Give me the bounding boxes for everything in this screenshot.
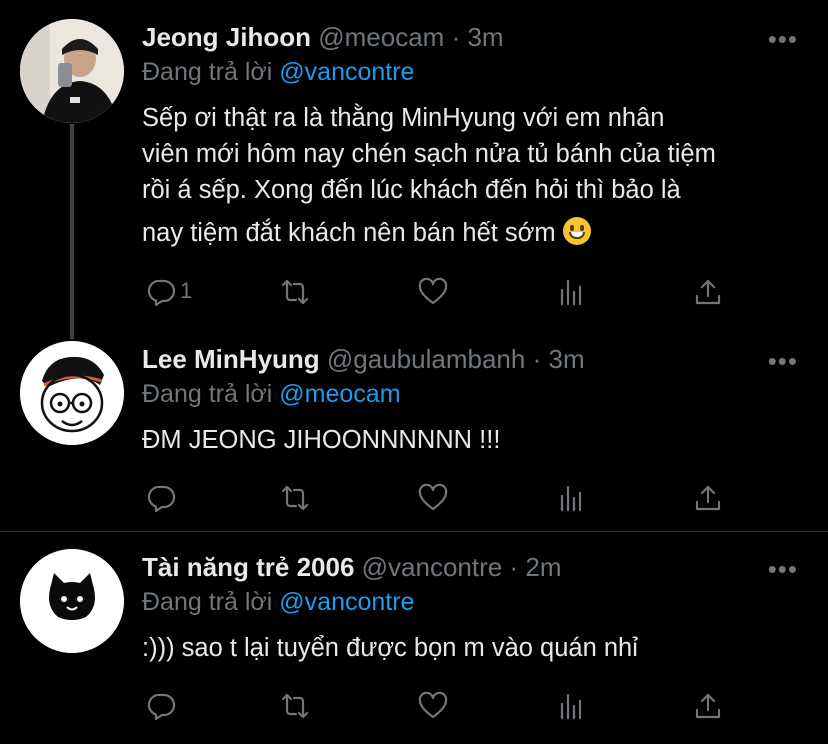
tweet-text: ĐM JEONG JIHOONNNNNN !!! <box>142 422 812 458</box>
tweet-text-line: Sếp ơi thật ra là thằng MinHyung với em … <box>142 104 665 132</box>
reply-button[interactable] <box>142 686 182 726</box>
like-icon <box>418 691 448 719</box>
like-icon <box>418 483 448 511</box>
tweet-actions: 1 <box>142 272 732 312</box>
avatar-cartoon-image <box>20 341 124 445</box>
replying-to: Đang trả lời @vancontre <box>142 58 414 87</box>
tweet-header: Jeong Jihoon @meocam · 3m <box>142 22 504 53</box>
tweet-text-line: rồi á sếp. Xong đến lúc khách đến hỏi th… <box>142 176 681 204</box>
separator-dot: · <box>451 22 461 52</box>
separator-dot: · <box>509 552 519 582</box>
more-options-icon[interactable]: ••• <box>768 346 798 377</box>
replying-to-label: Đang trả lời <box>142 380 273 408</box>
reply-button[interactable] <box>142 478 182 518</box>
tweet-text-line: ĐM JEONG JIHOONNNNNN !!! <box>142 426 501 454</box>
tweet-text-line: nay tiệm đắt khách nên bán hết sớm <box>142 219 556 247</box>
like-button[interactable] <box>413 272 453 312</box>
avatar-cat-image <box>20 549 124 653</box>
share-icon <box>695 485 721 511</box>
avatar-jeong-jihoon[interactable] <box>20 19 124 123</box>
analytics-icon <box>560 693 582 720</box>
like-icon <box>418 277 448 305</box>
reply-icon <box>147 485 176 513</box>
tweet-jeong-jihoon[interactable]: Jeong Jihoon @meocam · 3m ••• Đang trả l… <box>0 0 828 334</box>
like-button[interactable] <box>413 478 453 518</box>
tweet-tai-nang-tre-2006[interactable]: Tài năng trẻ 2006 @vancontre · 2m ••• Đa… <box>0 532 828 744</box>
replying-to-mention[interactable]: @vancontre <box>279 58 414 86</box>
grinning-face-emoji-icon <box>562 217 591 245</box>
tweet-text-line: :))) sao t lại tuyển được bọn m vào quán… <box>142 634 638 662</box>
retweet-icon <box>281 485 309 511</box>
user-handle[interactable]: @gaubulambanh <box>327 344 525 374</box>
tweet-text: :))) sao t lại tuyển được bọn m vào quán… <box>142 630 812 666</box>
replying-to-mention[interactable]: @meocam <box>279 380 400 408</box>
tweet-header: Tài năng trẻ 2006 @vancontre · 2m <box>142 552 562 583</box>
analytics-icon <box>560 485 582 512</box>
separator-dot: · <box>532 344 542 374</box>
tweet-actions <box>142 686 732 726</box>
analytics-icon <box>560 279 582 306</box>
timestamp[interactable]: 3m <box>548 344 584 374</box>
tweet-lee-minhyung[interactable]: Lee MinHyung @gaubulambanh · 3m ••• Đang… <box>0 334 828 530</box>
analytics-button[interactable] <box>551 478 591 518</box>
more-options-icon[interactable]: ••• <box>768 554 798 585</box>
reply-icon <box>147 693 176 721</box>
share-button[interactable] <box>688 272 728 312</box>
retweet-button[interactable] <box>275 478 315 518</box>
timestamp[interactable]: 3m <box>467 22 503 52</box>
user-handle[interactable]: @meocam <box>318 22 444 52</box>
avatar-lee-minhyung[interactable] <box>20 341 124 445</box>
display-name[interactable]: Tài năng trẻ 2006 <box>142 552 354 582</box>
avatar-photo-image <box>20 19 124 123</box>
share-icon <box>695 693 721 719</box>
retweet-button[interactable] <box>275 686 315 726</box>
replying-to-mention[interactable]: @vancontre <box>279 588 414 616</box>
more-options-icon[interactable]: ••• <box>768 24 798 55</box>
tweet-text: Sếp ơi thật ra là thằng MinHyung với em … <box>142 100 812 251</box>
retweet-icon <box>281 693 309 719</box>
like-button[interactable] <box>413 686 453 726</box>
replying-to: Đang trả lời @vancontre <box>142 588 414 617</box>
reply-button[interactable]: 1 <box>142 272 192 312</box>
tweet-header: Lee MinHyung @gaubulambanh · 3m <box>142 344 585 375</box>
avatar-tai-nang-tre-2006[interactable] <box>20 549 124 653</box>
display-name[interactable]: Jeong Jihoon <box>142 22 311 52</box>
timestamp[interactable]: 2m <box>525 552 561 582</box>
retweet-button[interactable] <box>275 272 315 312</box>
share-icon <box>695 279 721 305</box>
retweet-icon <box>281 279 309 305</box>
tweet-text-line: viên mới hôm nay chén sạch nửa tủ bánh c… <box>142 140 716 168</box>
replying-to: Đang trả lời @meocam <box>142 380 401 409</box>
share-button[interactable] <box>688 478 728 518</box>
share-button[interactable] <box>688 686 728 726</box>
replying-to-label: Đang trả lời <box>142 588 273 616</box>
display-name[interactable]: Lee MinHyung <box>142 344 320 374</box>
analytics-button[interactable] <box>551 686 591 726</box>
analytics-button[interactable] <box>551 272 591 312</box>
reply-icon <box>147 279 176 307</box>
user-handle[interactable]: @vancontre <box>362 552 503 582</box>
reply-count: 1 <box>180 278 193 303</box>
replying-to-label: Đang trả lời <box>142 58 273 86</box>
tweet-actions <box>142 478 732 518</box>
